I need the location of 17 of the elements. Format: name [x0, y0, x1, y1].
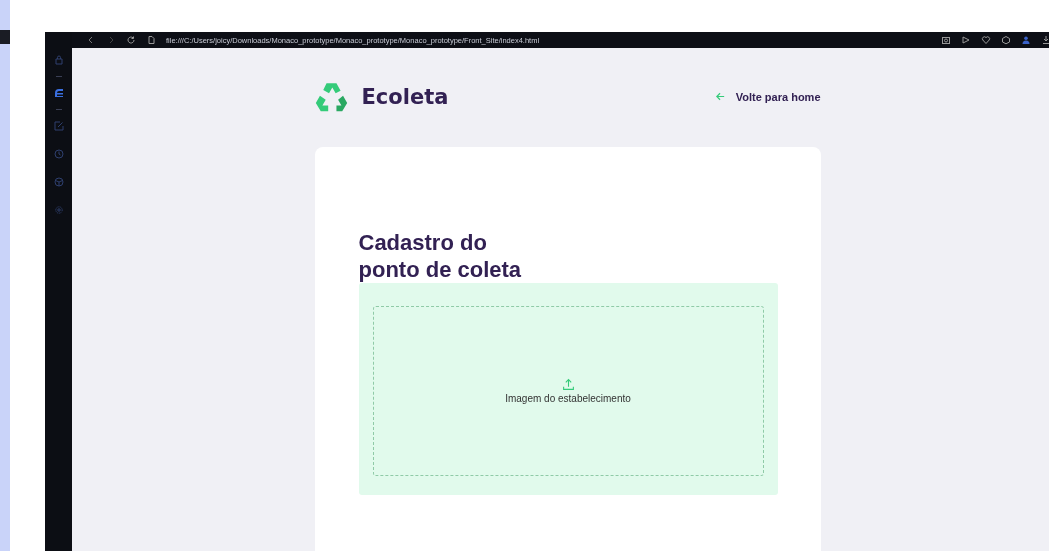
cube-icon[interactable] [1001, 35, 1011, 45]
dropzone-label: Imagem do estabelecimento [505, 393, 631, 404]
camera-icon[interactable] [941, 35, 951, 45]
upload-icon [561, 378, 575, 391]
send-icon[interactable] [961, 35, 971, 45]
reload-icon[interactable] [126, 35, 136, 45]
brand-name: Ecoleta [361, 84, 449, 109]
page-icon [146, 35, 156, 45]
heart-icon[interactable] [981, 35, 991, 45]
image-dropzone[interactable]: Imagem do estabelecimento [358, 283, 778, 495]
recycle-icon [314, 80, 348, 113]
back-home-link[interactable]: Volte para home [714, 90, 821, 103]
form-title: Cadastro do ponto de coleta [358, 229, 523, 283]
user-icon[interactable] [1021, 35, 1031, 45]
app-logo-icon[interactable] [52, 87, 65, 99]
download-icon[interactable] [1041, 35, 1049, 45]
arrow-left-icon [714, 91, 726, 102]
